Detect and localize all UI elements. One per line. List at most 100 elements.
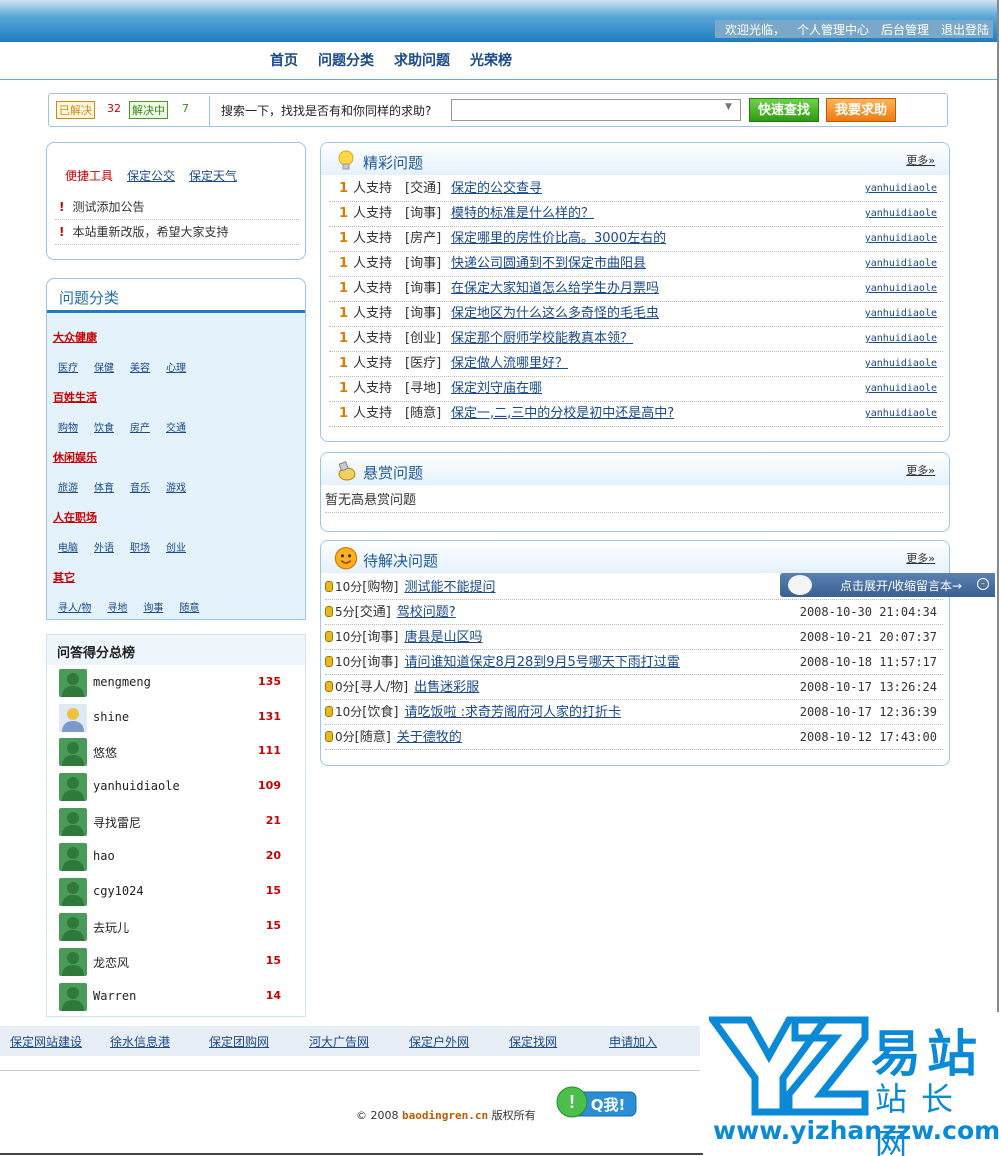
notice-item[interactable]: ! 本站重新改版，希望大家支持 [55, 220, 299, 245]
category-link[interactable]: 询事 [143, 599, 163, 614]
category-group-title[interactable]: 其它 [53, 569, 75, 585]
category-link[interactable]: 职场 [130, 539, 150, 554]
ranking-row[interactable]: 龙恋风 15 [57, 945, 297, 980]
user-link[interactable]: yanhuidiaole [865, 177, 937, 201]
category-link[interactable]: 音乐 [130, 479, 150, 494]
user-name[interactable]: 悠悠 [93, 744, 117, 761]
nav-help-questions[interactable]: 求助问题 [394, 50, 450, 70]
category-link[interactable]: 游戏 [166, 479, 186, 494]
category-link[interactable]: 交通 [166, 419, 186, 434]
pending-row[interactable]: 10分[饮食] 请吃饭啦 :求奇芳阁府河人家的打折卡 2008-10-17 12:3… [325, 700, 943, 725]
category-link[interactable]: 购物 [58, 419, 78, 434]
user-link[interactable]: yanhuidiaole [865, 252, 937, 276]
user-name[interactable]: mengmeng [93, 675, 151, 689]
category-link[interactable]: 心理 [166, 359, 186, 374]
solved-badge[interactable]: 已解决 [56, 101, 95, 119]
more-link[interactable]: 更多» [906, 462, 935, 478]
footer-link[interactable]: 保定户外网 [409, 1033, 469, 1050]
question-row[interactable]: 1 人支持 [寻地] 保定刘守庙在哪 yanhuidiaole [329, 377, 943, 402]
question-row[interactable]: 1 人支持 [创业] 保定那个厨师学校能教真本领？ yanhuidiaole [329, 327, 943, 352]
category-group-title[interactable]: 人在职场 [53, 509, 97, 525]
category-group-title[interactable]: 百姓生活 [53, 389, 97, 405]
question-link[interactable]: 保定一,二,三中的分校是初中还是高中? [451, 402, 674, 426]
category-link[interactable]: 饮食 [94, 419, 114, 434]
join-link[interactable]: 申请加入 [609, 1033, 657, 1050]
ranking-row[interactable]: hao 20 [57, 840, 297, 875]
question-row[interactable]: 1 人支持 [询事] 在保定大家知道怎么给学生办月票吗 yanhuidiaole [329, 277, 943, 302]
category-link[interactable]: 外语 [94, 539, 114, 554]
user-name[interactable]: cgy1024 [93, 884, 144, 898]
notice-item[interactable]: ! 测试添加公告 [55, 195, 299, 220]
user-name[interactable]: Warren [93, 989, 136, 1003]
logout-link[interactable]: 退出登陆 [941, 21, 989, 38]
ranking-row[interactable]: 寻找雷尼 21 [57, 805, 297, 840]
user-name[interactable]: yanhuidiaole [93, 779, 180, 793]
admin-link[interactable]: 后台管理 [881, 21, 929, 38]
footer-link[interactable]: 保定团购网 [209, 1033, 269, 1050]
chevron-down-icon[interactable]: ▼ [725, 102, 732, 112]
question-row[interactable]: 1 人支持 [房产] 保定哪里的房性价比高。3000左右的 yanhuidiaole [329, 227, 943, 252]
weather-link[interactable]: 保定天气 [189, 167, 237, 184]
question-link[interactable]: 请吃饭啦 :求奇芳阁府河人家的打折卡 [404, 705, 621, 720]
pending-row[interactable]: 0分[随意] 关于德牧的 2008-10-12 17:43:00 [325, 725, 943, 750]
qq-contact-button[interactable]: ! Q我! [556, 1084, 638, 1120]
question-link[interactable]: 唐县是山区吗 [404, 630, 482, 645]
solving-badge[interactable]: 解决中 [129, 101, 168, 119]
category-link[interactable]: 保健 [94, 359, 114, 374]
question-link[interactable]: 请问谁知道保定8月28到9月5号哪天下雨打过雷 [404, 655, 679, 670]
user-link[interactable]: yanhuidiaole [865, 327, 937, 351]
user-link[interactable]: yanhuidiaole [865, 277, 937, 301]
user-name[interactable]: 寻找雷尼 [93, 814, 141, 831]
ranking-row[interactable]: cgy1024 15 [57, 875, 297, 910]
user-link[interactable]: yanhuidiaole [865, 302, 937, 326]
bus-link[interactable]: 保定公交 [127, 167, 175, 184]
more-link[interactable]: 更多» [906, 550, 935, 566]
footer-link[interactable]: 保定找网 [509, 1033, 557, 1050]
footer-link[interactable]: 徐水信息港 [110, 1033, 170, 1050]
user-center-link[interactable]: 个人管理中心 [797, 21, 869, 38]
user-link[interactable]: yanhuidiaole [865, 202, 937, 226]
ranking-row[interactable]: 去玩儿 15 [57, 910, 297, 945]
category-link[interactable]: 寻人/物 [58, 599, 91, 614]
footer-link[interactable]: 保定网站建设 [10, 1033, 82, 1050]
nav-honor-list[interactable]: 光荣榜 [470, 50, 512, 70]
category-link[interactable]: 体育 [94, 479, 114, 494]
question-row[interactable]: 1 人支持 [随意] 保定一,二,三中的分校是初中还是高中? yanhuidiaole [329, 402, 943, 427]
category-link[interactable]: 寻地 [107, 599, 127, 614]
category-link[interactable]: 随意 [179, 599, 199, 614]
quick-search-button[interactable]: 快速查找 [749, 98, 819, 122]
question-link[interactable]: 保定那个厨师学校能教真本领？ [451, 327, 633, 351]
question-link[interactable]: 保定刘守庙在哪 [451, 377, 542, 401]
pending-row[interactable]: 5分[交通] 驾校问题? 2008-10-30 21:04:34 [325, 600, 943, 625]
nav-categories[interactable]: 问题分类 [318, 50, 374, 70]
pending-row[interactable]: 10分[询事] 唐县是山区吗 2008-10-21 20:07:37 [325, 625, 943, 650]
user-link[interactable]: yanhuidiaole [865, 352, 937, 376]
user-link[interactable]: yanhuidiaole [865, 377, 937, 401]
ranking-row[interactable]: Warren 14 [57, 980, 297, 1015]
question-link[interactable]: 模特的标准是什么样的？ [451, 202, 594, 226]
user-name[interactable]: 龙恋风 [93, 954, 129, 971]
minimize-icon[interactable]: – [977, 578, 989, 590]
guestbook-toggle-bar[interactable]: 点击展开/收缩留言本→ – [780, 573, 995, 597]
category-link[interactable]: 房产 [130, 419, 150, 434]
question-row[interactable]: 1 人支持 [询事] 快递公司圆通到不到保定市曲阳县 yanhuidiaole [329, 252, 943, 277]
category-group-title[interactable]: 休闲娱乐 [53, 449, 97, 465]
question-link[interactable]: 测试能不能提问 [404, 580, 495, 595]
question-row[interactable]: 1 人支持 [询事] 保定地区为什么这么多奇怪的毛毛虫 yanhuidiaole [329, 302, 943, 327]
question-row[interactable]: 1 人支持 [医疗] 保定做人流哪里好？ yanhuidiaole [329, 352, 943, 377]
user-name[interactable]: shine [93, 710, 129, 724]
question-link[interactable]: 在保定大家知道怎么给学生办月票吗 [451, 277, 659, 301]
ranking-row[interactable]: 悠悠 111 [57, 735, 297, 770]
category-link[interactable]: 旅游 [58, 479, 78, 494]
question-link[interactable]: 保定哪里的房性价比高。3000左右的 [451, 227, 666, 251]
search-input[interactable] [451, 99, 741, 121]
category-link[interactable]: 电脑 [58, 539, 78, 554]
question-link[interactable]: 驾校问题? [397, 605, 456, 620]
nav-home[interactable]: 首页 [270, 50, 298, 70]
question-link[interactable]: 快递公司圆通到不到保定市曲阳县 [451, 252, 646, 276]
ask-help-button[interactable]: 我要求助 [826, 98, 896, 122]
question-row[interactable]: 1 人支持 [交通] 保定的公交查寻 yanhuidiaole [329, 177, 943, 202]
footer-link[interactable]: 河大广告网 [309, 1033, 369, 1050]
question-link[interactable]: 关于德牧的 [397, 730, 462, 745]
ranking-row[interactable]: mengmeng 135 [57, 666, 297, 701]
